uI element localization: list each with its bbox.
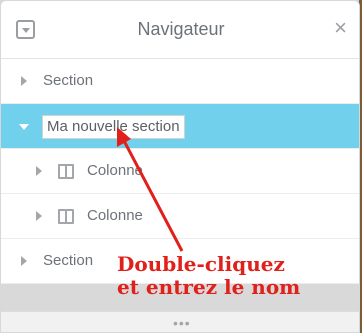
grip-icon: ••• [173, 315, 191, 331]
annotation-line-1: Double-cliquez [117, 252, 285, 276]
caret-right-icon[interactable] [21, 256, 27, 266]
tree-item-label: Colonne [87, 207, 143, 224]
tree-item-label: Section [43, 252, 94, 269]
tree-item-section[interactable]: Section [1, 59, 359, 104]
caret-right-icon[interactable] [36, 211, 42, 221]
resize-handle[interactable]: ••• [1, 311, 359, 332]
caret-right-icon[interactable] [21, 76, 27, 86]
column-icon [58, 164, 74, 179]
annotation-line-2: et entrez le nom [117, 275, 301, 299]
caret-down-icon[interactable] [19, 124, 29, 130]
tree-item-column[interactable]: Colonne [1, 194, 359, 239]
tree-item-section-selected[interactable]: Ma nouvelle section [1, 104, 359, 149]
navigator-header: Navigateur × [1, 1, 359, 59]
caret-right-icon[interactable] [36, 166, 42, 176]
tree-item-label: Section [43, 72, 94, 89]
instruction-annotation: Double-cliquez et entrez le nom [117, 253, 300, 299]
navigator-panel: Navigateur × Section Ma nouvelle section… [0, 0, 360, 333]
rename-input[interactable]: Ma nouvelle section [42, 115, 185, 139]
tree-item-column[interactable]: Colonne [1, 149, 359, 194]
close-icon[interactable]: × [334, 17, 347, 39]
column-icon [58, 209, 74, 224]
panel-title: Navigateur [137, 19, 225, 39]
tree-item-label: Colonne [87, 162, 143, 179]
